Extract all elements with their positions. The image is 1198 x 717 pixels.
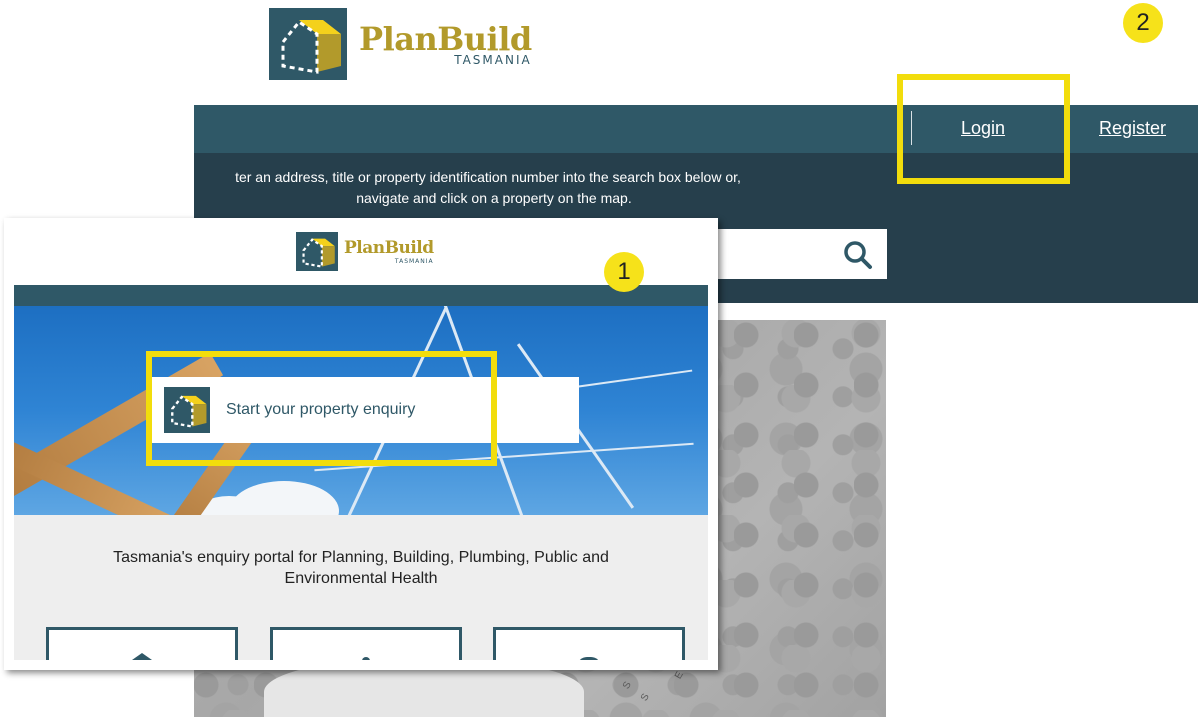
tagline-line-1: Tasmania's enquiry portal for Planning, … — [113, 549, 609, 566]
register-link[interactable]: Register — [1099, 105, 1166, 153]
brand-region: TASMANIA — [454, 52, 532, 67]
inset-nav-strip — [14, 285, 708, 306]
map-label: S — [620, 679, 634, 692]
search-icon[interactable] — [843, 240, 873, 270]
search-input[interactable] — [704, 229, 887, 279]
info-icon — [362, 657, 370, 660]
brand-name: PlanBuild — [359, 19, 532, 58]
service-tile-planning[interactable] — [46, 627, 238, 660]
search-instructions: ter an address, title or property identi… — [194, 167, 794, 209]
step-badge-2: 2 — [1123, 3, 1163, 43]
tagline-line-2: Environmental Health — [284, 570, 438, 587]
service-tile-tools[interactable] — [493, 627, 685, 660]
wrench-icon — [577, 657, 601, 660]
map-label: S — [638, 691, 652, 704]
login-highlight-box — [897, 74, 1070, 184]
site-logo[interactable]: PlanBuild TASMANIA — [269, 8, 532, 80]
service-tile-info[interactable] — [270, 627, 462, 660]
tagline-section: Tasmania's enquiry portal for Planning, … — [14, 515, 708, 660]
house-roof-icon — [122, 653, 162, 660]
brand-name: PlanBuild — [344, 237, 434, 258]
instructions-line-1: ter an address, title or property identi… — [235, 169, 741, 185]
step-badge-1: 1 — [604, 252, 644, 292]
instructions-line-2: navigate and click on a property on the … — [356, 190, 632, 206]
inset-site-logo[interactable]: PlanBuild TASMANIA — [296, 232, 434, 271]
house-logo-icon — [296, 232, 338, 271]
portal-tagline: Tasmania's enquiry portal for Planning, … — [14, 547, 708, 589]
house-logo-icon — [269, 8, 347, 80]
enquiry-highlight-box — [146, 351, 497, 466]
map-label: E — [672, 669, 686, 682]
brand-region: TASMANIA — [394, 257, 434, 265]
